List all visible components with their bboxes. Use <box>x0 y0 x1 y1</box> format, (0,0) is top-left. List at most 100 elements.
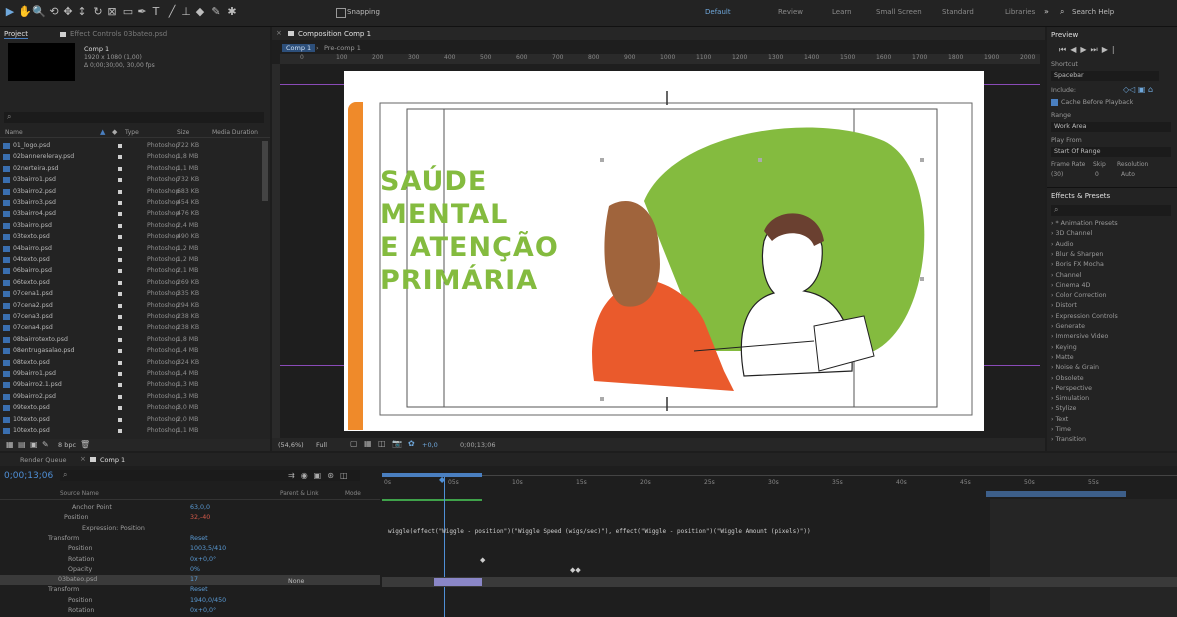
list-item[interactable]: 09bairro2.1.psd Photoshop 1,3 MB <box>0 380 262 390</box>
label-color-swatch[interactable] <box>118 155 122 160</box>
label-color-swatch[interactable] <box>118 315 122 319</box>
trash-icon[interactable]: 🗑 <box>80 440 90 449</box>
effects-category-item[interactable]: › Expression Controls <box>1051 313 1118 320</box>
snapping-checkbox[interactable] <box>336 8 346 18</box>
list-item[interactable]: 02nerteira.psd Photoshop 1,1 MB <box>0 164 262 174</box>
more-workspaces-icon[interactable]: » <box>1044 7 1049 16</box>
label-color-swatch[interactable] <box>118 223 122 228</box>
column-size[interactable]: Size <box>177 129 189 136</box>
skip-value[interactable]: 0 <box>1095 171 1099 178</box>
list-item[interactable]: 02bannereleray.psd Photoshop 1,8 MB <box>0 152 262 162</box>
label-color-swatch[interactable] <box>118 189 122 194</box>
list-item[interactable]: 04bairro.psd Photoshop 1,2 MB <box>0 244 262 254</box>
tab-project[interactable]: Project <box>4 30 28 39</box>
timeline-tool-icons[interactable]: ⇉◉▣⊛◫ <box>288 471 354 480</box>
playhead[interactable] <box>444 477 445 617</box>
effects-category-item[interactable]: › Simulation <box>1051 395 1089 402</box>
effects-category-item[interactable]: › Cinema 4D <box>1051 282 1090 289</box>
workspace-learn[interactable]: Learn <box>832 8 852 16</box>
effects-category-item[interactable]: › Channel <box>1051 272 1081 279</box>
effects-category-item[interactable]: › Transition <box>1051 436 1086 443</box>
label-color-swatch[interactable] <box>118 326 122 331</box>
pen-tool-icon[interactable]: ✒ <box>136 6 148 18</box>
brush-tool-icon[interactable]: ╱ <box>166 6 178 18</box>
range-dropdown[interactable]: Work Area <box>1051 122 1171 132</box>
effects-category-item[interactable]: › Color Correction <box>1051 292 1107 299</box>
timeline-property-row[interactable]: Rotation 0x+0,0° <box>0 555 380 565</box>
effects-category-item[interactable]: › Text <box>1051 416 1068 423</box>
list-item[interactable]: 04texto.psd Photoshop 1,2 MB <box>0 255 262 265</box>
resolution-value[interactable]: Auto <box>1121 171 1135 178</box>
keyframe-icon[interactable]: ◆◆ <box>570 566 581 574</box>
property-value[interactable]: 1940,0/450 <box>190 597 226 604</box>
effects-category-item[interactable]: › * Animation Presets <box>1051 220 1118 227</box>
dolly-camera-tool-icon[interactable]: ↕ <box>76 6 88 18</box>
list-item[interactable]: 06bairro.psd Photoshop 2,1 MB <box>0 266 262 276</box>
hand-tool-icon[interactable]: ✋ <box>18 6 32 18</box>
timeline-property-row[interactable]: Position 1940,0/450 <box>0 596 380 606</box>
column-type[interactable]: Type <box>125 129 139 136</box>
transparency-grid-icon[interactable]: ▦ <box>364 439 372 448</box>
tab-comp1[interactable]: Comp 1 <box>100 456 125 464</box>
effects-category-item[interactable]: › Blur & Sharpen <box>1051 251 1103 258</box>
label-color-swatch[interactable] <box>118 383 122 388</box>
list-item[interactable]: 01_logo.psd Photoshop 722 KB <box>0 141 262 151</box>
layer-bar[interactable] <box>434 578 482 586</box>
list-item[interactable]: 03bairro3.psd Photoshop 454 KB <box>0 198 262 208</box>
list-item[interactable]: 10texto.psd Photoshop 1,1 MB <box>0 426 262 436</box>
label-color-swatch[interactable] <box>118 303 122 308</box>
label-color-swatch[interactable] <box>118 429 122 433</box>
tab-composition[interactable]: Composition Comp 1 <box>298 30 371 38</box>
property-value[interactable]: 63,0,0 <box>190 504 210 511</box>
expression-text[interactable]: wiggle(effect("Wiggle - position")("Wigg… <box>388 528 811 535</box>
list-item[interactable]: 03texto.psd Photoshop 490 KB <box>0 232 262 242</box>
eraser-tool-icon[interactable]: ◆ <box>194 6 206 18</box>
type-tool-icon[interactable]: T <box>150 6 162 18</box>
work-area-bar[interactable] <box>382 473 482 477</box>
list-item[interactable]: 10texto.psd Photoshop 2,0 MB <box>0 415 262 425</box>
label-color-swatch[interactable] <box>118 349 122 354</box>
list-item[interactable]: 07cena2.psd Photoshop 294 KB <box>0 301 262 311</box>
timeline-property-row[interactable]: Transform Reset <box>0 585 380 595</box>
property-value[interactable]: 0x+0,0° <box>190 607 216 614</box>
color-channel-icon[interactable]: ✿ <box>408 439 415 448</box>
property-value[interactable]: 0% <box>190 566 200 573</box>
effects-category-item[interactable]: › Stylize <box>1051 405 1076 412</box>
rotation-tool-icon[interactable]: ↻ <box>92 6 104 18</box>
orbit-camera-tool-icon[interactable]: ⟲ <box>48 6 60 18</box>
timeline-property-row[interactable]: Position 1003,5/410 <box>0 544 380 554</box>
list-item[interactable]: 09bairro1.psd Photoshop 1,4 MB <box>0 369 262 379</box>
selection-tool-icon[interactable]: ▶ <box>4 6 16 18</box>
composition-artboard[interactable]: SAÚDE MENTAL E ATENÇÃO PRIMÁRIA <box>344 71 984 431</box>
playback-controls[interactable]: ⏮◀▶⏭▶| <box>1059 45 1119 55</box>
timeline-property-row[interactable]: Position 32,-40 <box>0 513 380 523</box>
property-value[interactable]: 0x+0,0° <box>190 556 216 563</box>
roi-icon[interactable]: ▢ <box>350 439 358 448</box>
new-comp-icon[interactable]: ▣ <box>30 440 38 449</box>
list-item[interactable]: 09bairro2.psd Photoshop 1,3 MB <box>0 392 262 402</box>
settings-icon[interactable]: ✎ <box>42 440 49 449</box>
workspace-default[interactable]: Default <box>705 8 731 16</box>
project-search-input[interactable]: ⌕ <box>4 112 264 123</box>
effects-category-item[interactable]: › Generate <box>1051 323 1085 330</box>
list-item[interactable]: 03bairro.psd Photoshop 2,4 MB <box>0 221 262 231</box>
roto-brush-tool-icon[interactable]: ✎ <box>210 6 222 18</box>
list-item[interactable]: 08entrugasalao.psd Photoshop 1,4 MB <box>0 346 262 356</box>
rectangle-tool-icon[interactable]: ▭ <box>122 6 134 18</box>
effects-category-item[interactable]: › Matte <box>1051 354 1074 361</box>
label-color-swatch[interactable] <box>118 417 122 422</box>
list-item[interactable]: 08bairrotexto.psd Photoshop 1,8 MB <box>0 335 262 345</box>
include-video-audio-icons[interactable]: ◇◁ ▣ ⌂ <box>1123 85 1153 94</box>
bpc-label[interactable]: 8 bpc <box>58 441 76 449</box>
timeline-property-row[interactable]: Anchor Point 63,0,0 <box>0 503 380 513</box>
sort-arrow-icon[interactable]: ▲ <box>100 128 105 136</box>
label-color-swatch[interactable] <box>118 292 122 297</box>
effects-search-input[interactable]: ⌕ <box>1051 205 1171 216</box>
label-color-swatch[interactable] <box>118 280 122 285</box>
zoom-dropdown[interactable]: (54,6%) <box>278 441 304 449</box>
playhead-handle-icon[interactable]: ◆ <box>439 475 445 484</box>
property-value[interactable]: 17 <box>190 576 198 583</box>
label-color-swatch[interactable] <box>118 166 122 171</box>
workspace-libraries[interactable]: Libraries <box>1005 8 1035 16</box>
project-scrollbar[interactable] <box>262 141 268 201</box>
